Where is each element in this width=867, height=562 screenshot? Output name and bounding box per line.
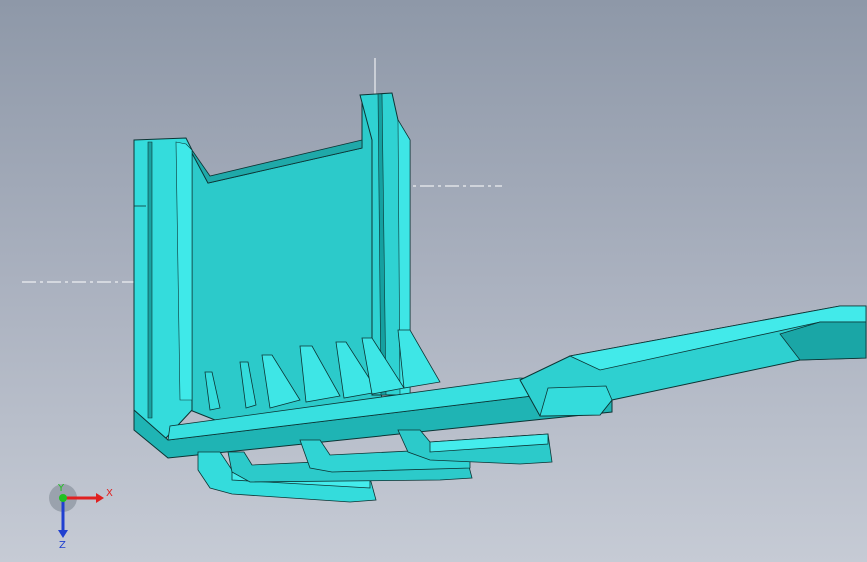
- connector-3d-model[interactable]: [0, 0, 867, 562]
- z-axis-label: Z: [59, 540, 66, 550]
- x-axis-label: X: [106, 488, 113, 499]
- y-axis-label: Y: [57, 483, 65, 494]
- cad-3d-viewport[interactable]: X Y Z: [0, 0, 867, 562]
- latch-arm[interactable]: [519, 305, 867, 417]
- housing-left-flange[interactable]: [133, 137, 193, 439]
- coordinate-triad: X Y Z: [49, 483, 113, 550]
- y-axis-dot-icon: [59, 494, 67, 502]
